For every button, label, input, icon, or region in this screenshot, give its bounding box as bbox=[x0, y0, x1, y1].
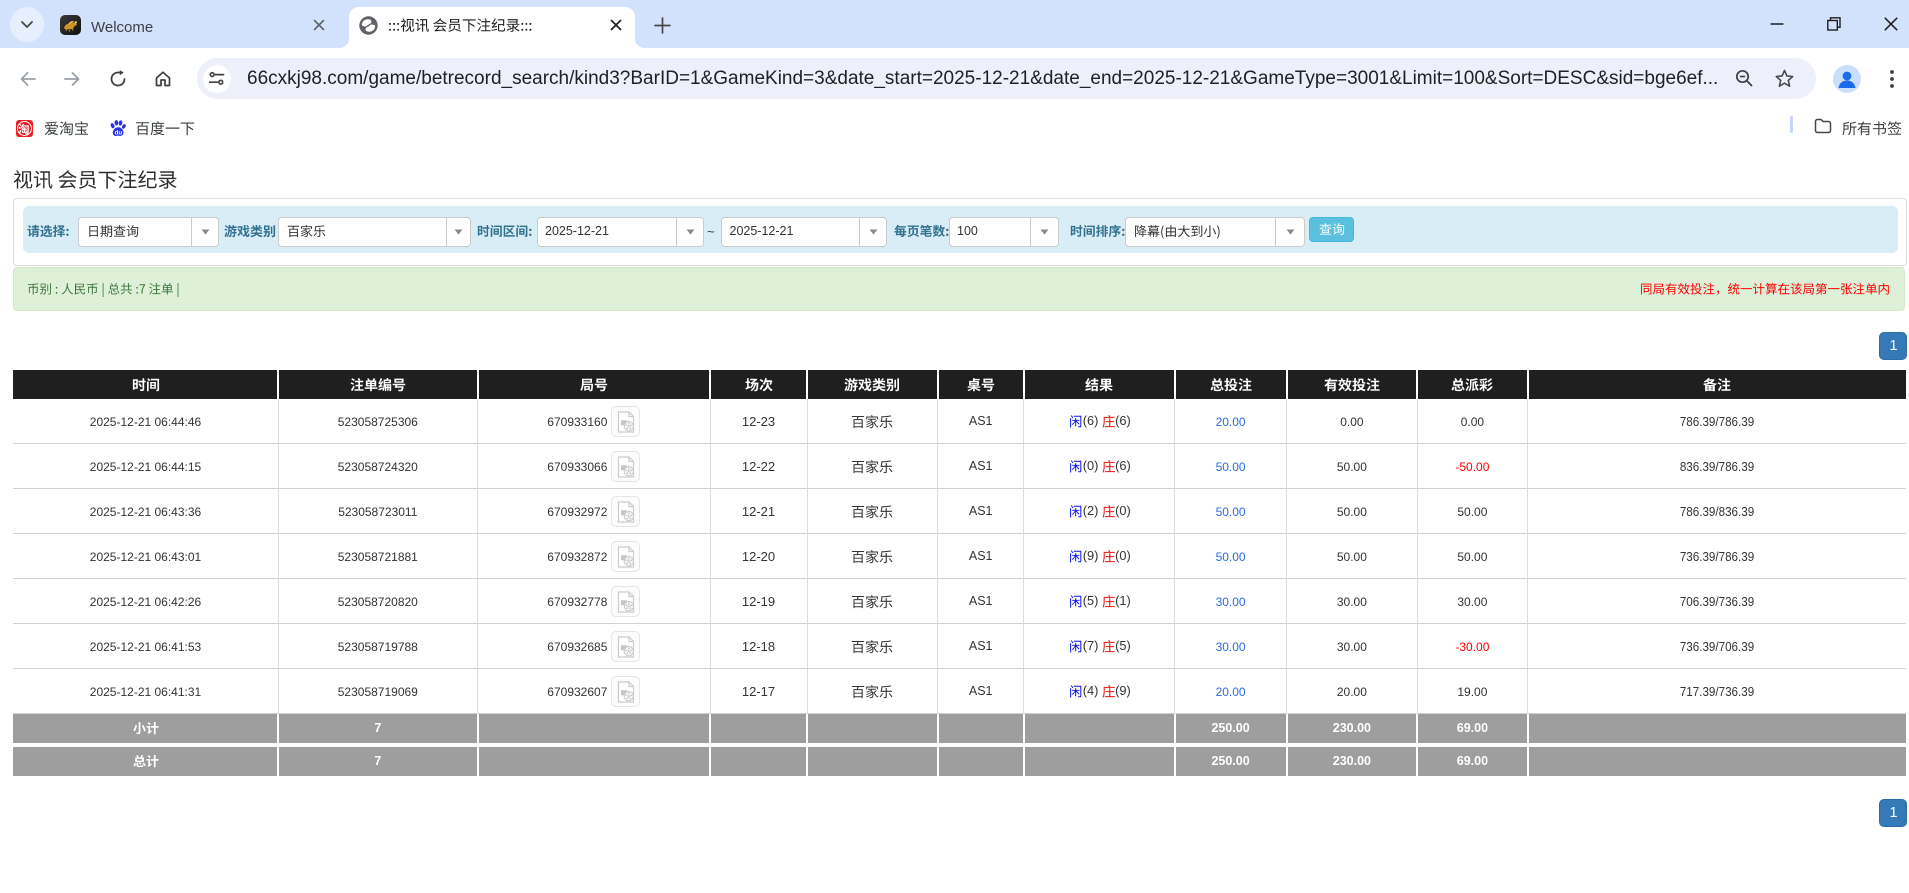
svg-text:du: du bbox=[115, 129, 123, 136]
